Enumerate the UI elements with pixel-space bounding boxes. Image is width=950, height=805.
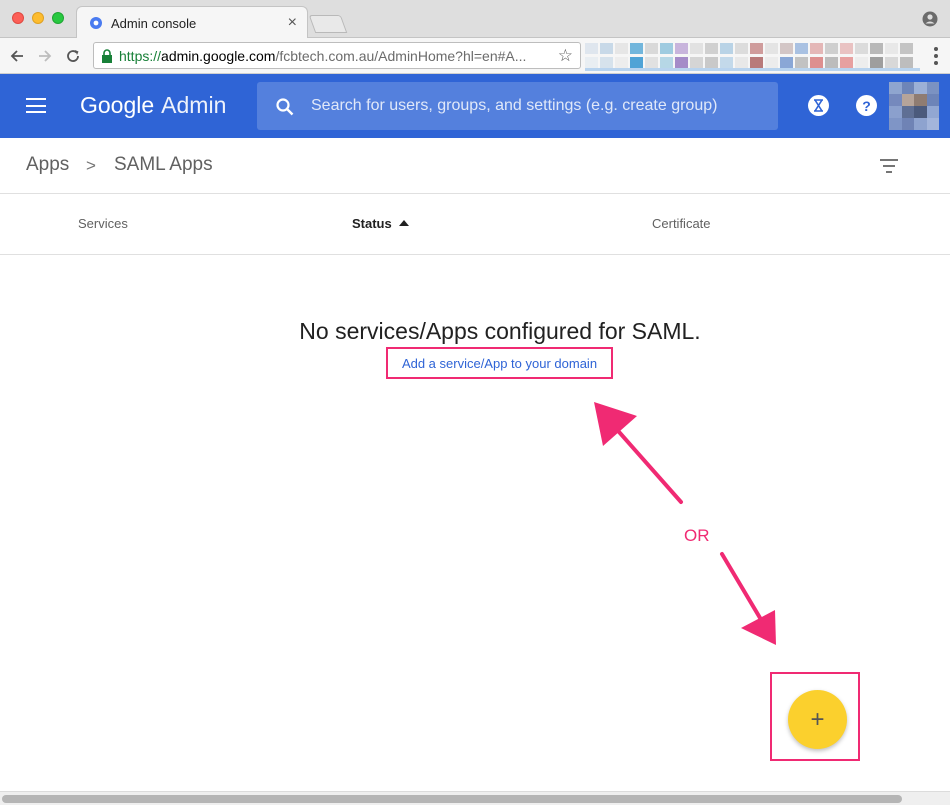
back-arrow-icon [10, 50, 23, 62]
help-icon[interactable]: ? [856, 95, 877, 116]
browser-tab-admin-console[interactable]: Admin console × [76, 6, 308, 39]
column-header-services[interactable]: Services [78, 216, 128, 231]
sort-ascending-icon [398, 220, 409, 226]
browser-toolbar: https://admin.google.com/fcbtech.com.au/… [0, 38, 950, 74]
column-header-status-label: Status [352, 216, 392, 231]
close-window-button[interactable] [12, 12, 24, 24]
admin-search-input[interactable] [311, 82, 766, 130]
brand-admin: Admin [161, 92, 227, 118]
minimize-window-button[interactable] [32, 12, 44, 24]
forward-arrow-icon [39, 50, 52, 62]
back-button[interactable] [6, 45, 28, 67]
url-host: admin.google.com [161, 48, 276, 64]
tab-title: Admin console [111, 16, 197, 31]
empty-state-message: No services/Apps configured for SAML. [299, 318, 701, 344]
brand-google: Google [80, 92, 155, 118]
arrow-to-link [594, 402, 683, 504]
browser-menu-icon[interactable] [934, 47, 938, 65]
browser-tab-bar: Admin console × [0, 0, 950, 39]
tab-close-icon[interactable]: × [288, 14, 297, 32]
breadcrumb-apps-link[interactable]: Apps [26, 154, 69, 176]
bookmark-star-icon[interactable]: ☆ [558, 46, 573, 66]
add-service-link[interactable]: Add a service/App to your domain [388, 356, 611, 371]
table-header: Services Status Certificate [0, 194, 950, 255]
fab-highlight-box: + [770, 672, 860, 761]
address-bar[interactable]: https://admin.google.com/fcbtech.com.au/… [93, 42, 581, 69]
add-app-button[interactable]: + [788, 690, 847, 749]
extension-strip-underline [585, 68, 920, 71]
forward-button[interactable] [34, 45, 56, 67]
url-path: /fcbtech.com.au/AdminHome?hl=en#A... [275, 48, 527, 64]
admin-search-box[interactable] [257, 82, 778, 130]
column-header-certificate[interactable]: Certificate [652, 216, 711, 231]
account-avatar[interactable] [889, 82, 939, 130]
admin-favicon-icon [90, 17, 102, 29]
profile-icon[interactable] [922, 11, 938, 27]
add-link-highlight-box: Add a service/App to your domain [386, 347, 613, 379]
horizontal-scrollbar[interactable] [0, 791, 950, 805]
google-admin-logo[interactable]: Google Admin [80, 92, 226, 119]
url-text: https://admin.google.com/fcbtech.com.au/… [119, 48, 526, 64]
hourglass-icon[interactable] [808, 95, 829, 116]
or-annotation-label: OR [684, 526, 710, 545]
page-title: SAML Apps [114, 154, 213, 175]
maximize-window-button[interactable] [52, 12, 64, 24]
scrollbar-thumb[interactable] [2, 795, 902, 803]
filter-icon[interactable] [880, 159, 898, 173]
breadcrumb: Apps > SAML Apps [0, 138, 950, 194]
new-tab-button[interactable] [308, 15, 348, 33]
url-scheme: https:// [119, 48, 162, 64]
admin-app-bar: GoogleAdmin ? [0, 74, 950, 138]
lock-icon [102, 49, 112, 63]
reload-icon [67, 50, 79, 62]
reload-button[interactable] [62, 45, 84, 67]
breadcrumb-chevron-icon: > [86, 156, 96, 175]
extension-icons[interactable] [585, 43, 920, 68]
arrow-to-fab [720, 552, 776, 645]
hourglass-glyph-icon [814, 99, 823, 112]
main-menu-icon[interactable] [26, 98, 46, 113]
search-icon [276, 98, 294, 116]
column-header-status[interactable]: Status [352, 216, 409, 231]
